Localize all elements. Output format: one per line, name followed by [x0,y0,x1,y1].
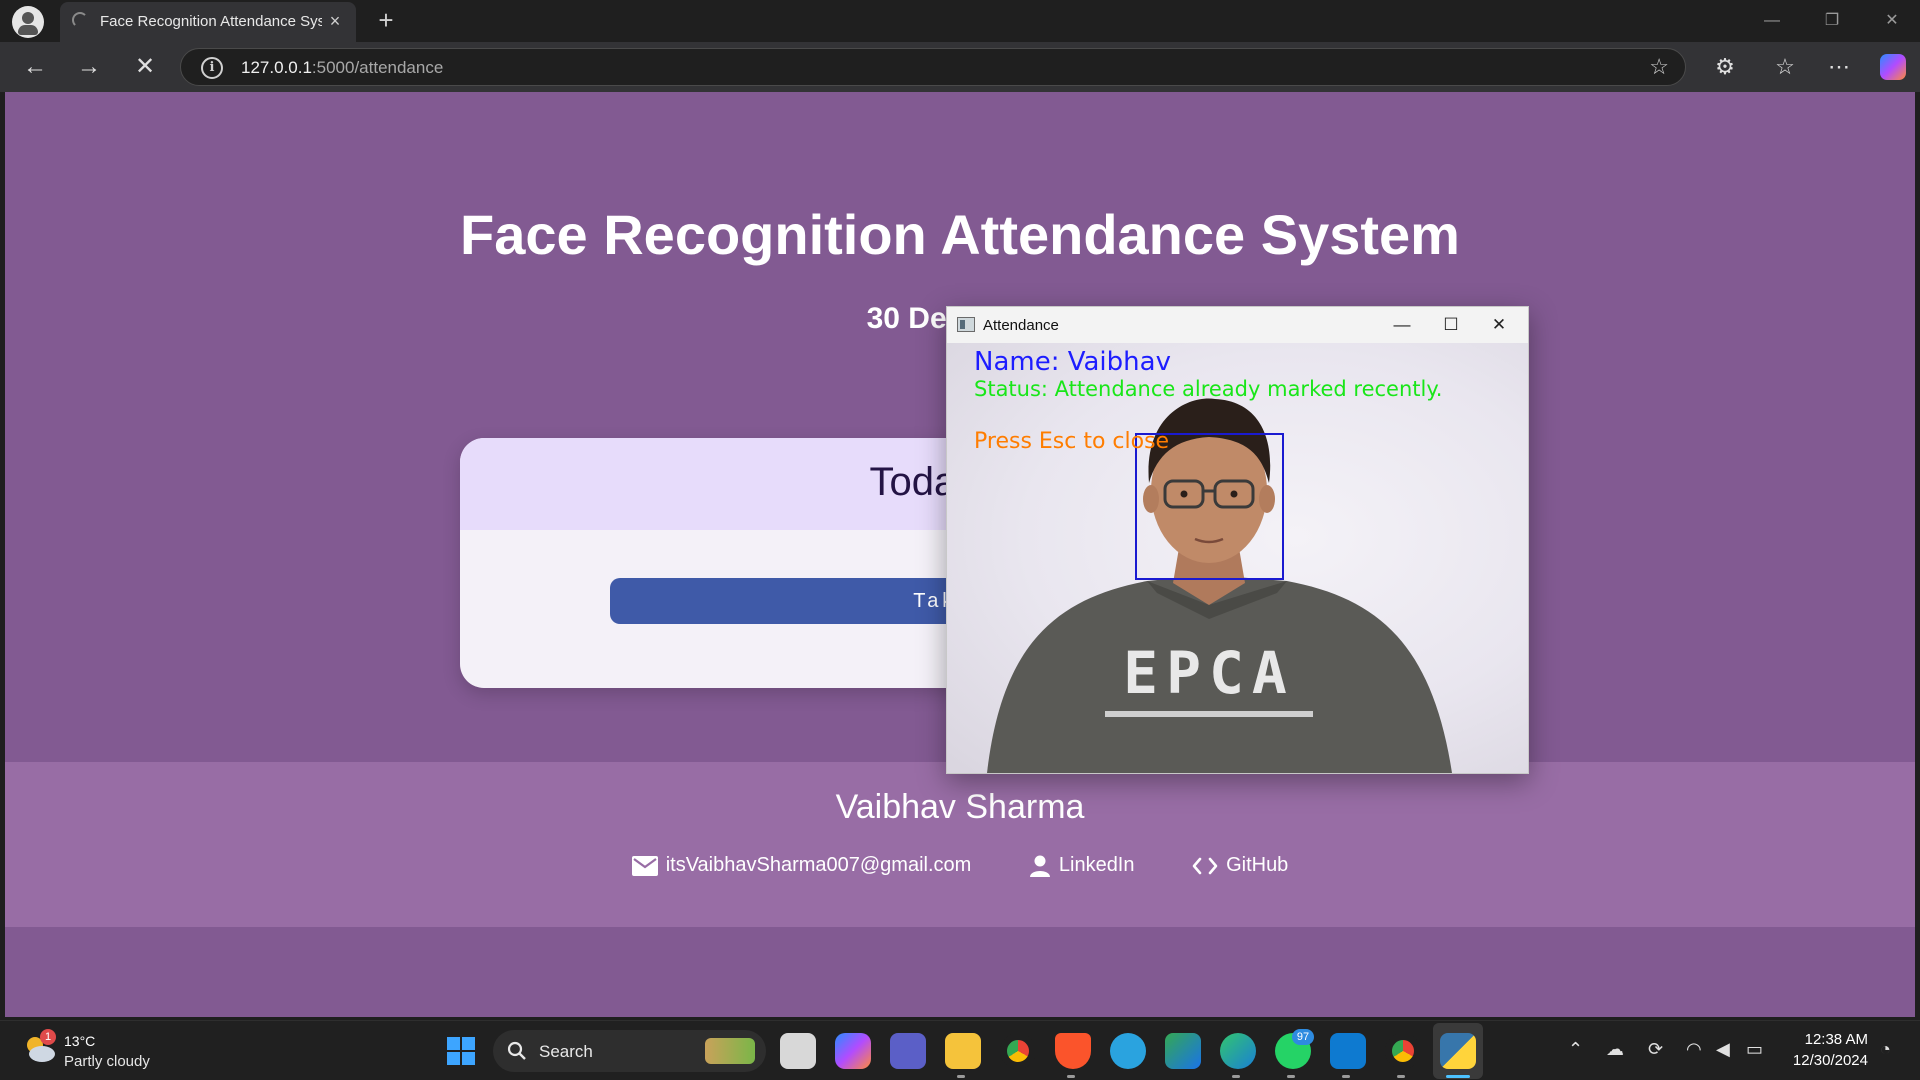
google-meet-icon[interactable] [1165,1033,1201,1069]
linkedin-link[interactable]: LinkedIn [1029,854,1135,877]
running-indicator [1397,1075,1405,1078]
running-indicator [1232,1075,1240,1078]
weather-notification-badge: 1 [40,1029,56,1045]
footer-author-name: Vaibhav Sharma [835,788,1085,826]
window-close-button[interactable]: ✕ [1872,8,1912,34]
page-title: Face Recognition Attendance System [460,203,1460,266]
running-indicator [1342,1075,1350,1078]
window-restore-button[interactable]: ❐ [1812,8,1852,34]
favorites-icon[interactable]: ☆ [1768,51,1802,83]
more-options-icon[interactable]: ⋯ [1822,51,1856,83]
running-indicator [1287,1075,1295,1078]
browser-tab[interactable]: Face Recognition Attendance System × [60,2,356,42]
sync-icon[interactable]: ⟳ [1648,1039,1663,1060]
tab-close-icon[interactable]: × [324,10,346,32]
site-info-icon[interactable]: i [201,57,223,79]
clock-time[interactable]: 12:38 AM [1790,1031,1868,1048]
start-windows-icon[interactable] [447,1037,475,1065]
forward-arrow-icon[interactable]: → [72,51,106,83]
code-icon [1192,857,1218,875]
whatsapp-badge: 97 [1292,1029,1314,1045]
python-icon[interactable] [1440,1033,1476,1069]
chrome-profile-icon[interactable] [1385,1033,1421,1069]
copilot-app-icon[interactable] [835,1033,871,1069]
face-detection-box [1135,433,1284,580]
loading-spinner-icon [72,12,88,28]
browser-tab-bar: Face Recognition Attendance System × + —… [0,0,1920,42]
footer-links: itsVaibhavSharma007@gmail.com LinkedIn G… [5,854,1915,877]
footer: Vaibhav Sharma itsVaibhavSharma007@gmail… [5,762,1915,927]
favorite-star-icon[interactable]: ☆ [1649,54,1669,80]
esc-instruction-text: Press Esc to close [974,429,1170,454]
weather-description[interactable]: Partly cloudy [64,1053,150,1070]
person-icon [1029,855,1050,877]
active-indicator [1446,1075,1470,1078]
clock-date[interactable]: 12/30/2024 [1770,1052,1868,1069]
wifi-icon[interactable]: ◠ [1686,1039,1702,1060]
cloud-offline-icon[interactable]: ☁ [1606,1039,1624,1060]
vscode-icon[interactable] [1330,1033,1366,1069]
teams-icon[interactable] [890,1033,926,1069]
edge-icon[interactable] [1220,1033,1256,1069]
search-icon [507,1041,526,1060]
back-arrow-icon[interactable]: ← [18,51,52,83]
stop-loading-icon[interactable]: ✕ [128,51,162,83]
url-text[interactable]: 127.0.0.1:5000/attendance [241,58,443,78]
email-link[interactable]: itsVaibhavSharma007@gmail.com [631,854,971,877]
recognized-name-text: Name: Vaibhav [974,347,1171,377]
window-minimize-button[interactable]: — [1752,8,1792,34]
telegram-icon[interactable] [1110,1033,1146,1069]
search-highlight-icon [705,1038,755,1064]
address-bar[interactable]: i 127.0.0.1:5000/attendance ☆ [180,48,1686,86]
camera-window-titlebar[interactable]: Attendance — ☐ ✕ [947,307,1528,343]
copilot-icon[interactable] [1880,54,1906,80]
attendance-status-text: Status: Attendance already marked recent… [974,377,1443,401]
chrome-icon[interactable] [1000,1033,1036,1069]
notification-bell-icon[interactable]: ◔ [1880,1039,1891,1060]
camera-close-button[interactable]: ✕ [1479,313,1519,337]
browser-nav-bar: ← → ✕ i 127.0.0.1:5000/attendance ☆ ⚙ ☆ … [0,42,1920,92]
attendance-camera-window[interactable]: Attendance — ☐ ✕ EPCA Name: Vaibhav Stat… [946,306,1529,774]
file-explorer-icon[interactable] [945,1033,981,1069]
camera-window-title: Attendance [983,317,1059,334]
running-indicator [957,1075,965,1078]
tab-title: Face Recognition Attendance System [100,13,322,30]
svg-text:EPCA: EPCA [1123,639,1295,707]
camera-minimize-button[interactable]: — [1382,313,1422,337]
search-label: Search [539,1042,593,1061]
new-tab-button[interactable]: + [372,6,400,34]
mail-icon [631,855,658,876]
battery-icon[interactable]: ▭ [1746,1039,1763,1060]
profile-icon[interactable] [12,6,44,38]
camera-feed: EPCA Name: Vaibhav Status: Attendance al… [947,343,1528,773]
brave-icon[interactable] [1055,1033,1091,1069]
app-window-icon [957,317,975,332]
weather-temperature[interactable]: 13°C [64,1033,95,1049]
camera-maximize-button[interactable]: ☐ [1431,313,1471,337]
extensions-icon[interactable]: ⚙ [1708,51,1742,83]
volume-icon[interactable]: ◀ [1716,1039,1730,1060]
task-view-icon[interactable] [780,1033,816,1069]
running-indicator [1067,1075,1075,1078]
github-link[interactable]: GitHub [1192,854,1288,877]
taskbar-search[interactable]: Search [493,1030,766,1072]
taskbar: 1 13°C Partly cloudy Search 97 ⌃ ☁ ⟳ ◠ ◀… [0,1020,1920,1080]
chevron-up-icon[interactable]: ⌃ [1568,1039,1583,1060]
